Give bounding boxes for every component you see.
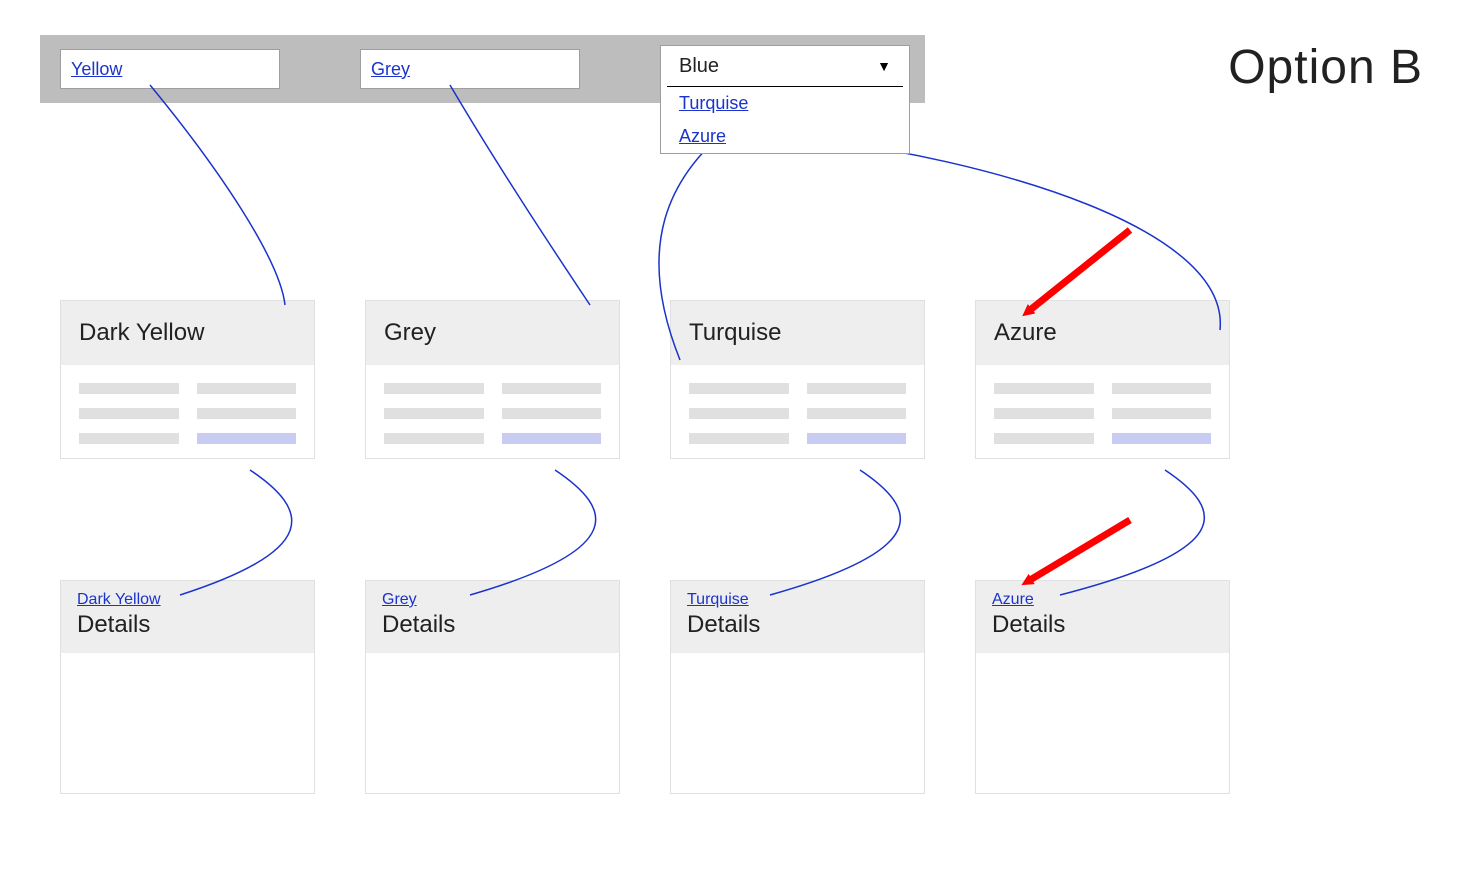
- placeholder-bar: [994, 433, 1094, 444]
- placeholder-bar: [79, 383, 179, 394]
- card-turquise: Turquise: [670, 300, 925, 459]
- search-link-yellow[interactable]: Yellow: [71, 59, 122, 80]
- dropdown-selected-label: Blue: [679, 55, 719, 78]
- placeholder-bar: [994, 383, 1094, 394]
- diagram-canvas: Option B Yellow Grey Blue ▼ Turquise Azu…: [0, 0, 1463, 884]
- card-body: [976, 365, 1229, 458]
- details-title: Details: [382, 611, 603, 639]
- card-header: Azure: [976, 301, 1229, 365]
- placeholder-bar: [197, 383, 297, 394]
- placeholder-bar-accent[interactable]: [502, 433, 602, 444]
- placeholder-bar: [79, 408, 179, 419]
- details-row: Dark Yellow Details Grey Details Turquis…: [60, 580, 1230, 794]
- details-link[interactable]: Grey: [382, 591, 417, 608]
- card-grey: Grey: [365, 300, 620, 459]
- details-header: Grey Details: [366, 581, 619, 653]
- details-title: Details: [992, 611, 1213, 639]
- placeholder-bar: [807, 408, 907, 419]
- details-card-azure: Azure Details: [975, 580, 1230, 794]
- placeholder-bar: [689, 383, 789, 394]
- placeholder-bar: [807, 383, 907, 394]
- card-header: Dark Yellow: [61, 301, 314, 365]
- placeholder-bar: [79, 433, 179, 444]
- page-title: Option B: [1228, 40, 1423, 95]
- details-card-turquise: Turquise Details: [670, 580, 925, 794]
- placeholder-bar: [502, 408, 602, 419]
- cards-row: Dark Yellow Grey: [60, 300, 1230, 459]
- placeholder-bar: [1112, 408, 1212, 419]
- details-body: [61, 653, 314, 793]
- card-header: Turquise: [671, 301, 924, 365]
- placeholder-bar: [994, 408, 1094, 419]
- placeholder-bar: [384, 433, 484, 444]
- card-body: [366, 365, 619, 458]
- details-card-grey: Grey Details: [365, 580, 620, 794]
- placeholder-bar: [1112, 383, 1212, 394]
- placeholder-bar: [384, 383, 484, 394]
- card-azure: Azure: [975, 300, 1230, 459]
- dropdown-item-turquise[interactable]: Turquise: [661, 87, 909, 120]
- dropdown-header[interactable]: Blue ▼: [667, 46, 903, 87]
- details-link[interactable]: Dark Yellow: [77, 591, 161, 608]
- details-body: [671, 653, 924, 793]
- search-field-grey[interactable]: Grey: [360, 49, 580, 89]
- placeholder-bar: [384, 408, 484, 419]
- dropdown-caret-icon: ▼: [877, 58, 891, 74]
- details-body: [976, 653, 1229, 793]
- card-body: [61, 365, 314, 458]
- details-title: Details: [687, 611, 908, 639]
- placeholder-bar-accent[interactable]: [1112, 433, 1212, 444]
- placeholder-bar: [502, 383, 602, 394]
- details-title: Details: [77, 611, 298, 639]
- card-header: Grey: [366, 301, 619, 365]
- details-link[interactable]: Azure: [992, 591, 1034, 608]
- details-body: [366, 653, 619, 793]
- placeholder-bar: [197, 408, 297, 419]
- card-body: [671, 365, 924, 458]
- placeholder-bar: [689, 408, 789, 419]
- details-link[interactable]: Turquise: [687, 591, 749, 608]
- placeholder-bar: [689, 433, 789, 444]
- details-header: Dark Yellow Details: [61, 581, 314, 653]
- details-card-dark-yellow: Dark Yellow Details: [60, 580, 315, 794]
- details-header: Azure Details: [976, 581, 1229, 653]
- search-link-grey[interactable]: Grey: [371, 59, 410, 80]
- dropdown-item-azure[interactable]: Azure: [661, 120, 909, 153]
- details-header: Turquise Details: [671, 581, 924, 653]
- dropdown-link-azure[interactable]: Azure: [679, 126, 726, 146]
- placeholder-bar-accent[interactable]: [197, 433, 297, 444]
- search-dropdown[interactable]: Blue ▼ Turquise Azure: [660, 45, 910, 154]
- card-dark-yellow: Dark Yellow: [60, 300, 315, 459]
- placeholder-bar-accent[interactable]: [807, 433, 907, 444]
- search-field-yellow[interactable]: Yellow: [60, 49, 280, 89]
- dropdown-link-turquise[interactable]: Turquise: [679, 93, 748, 113]
